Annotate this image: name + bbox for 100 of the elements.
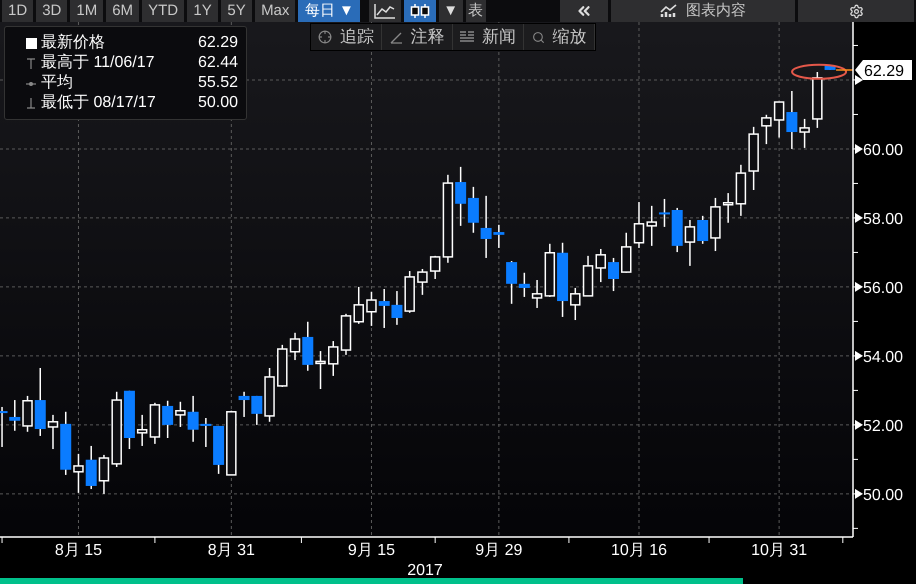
candlestick (98, 454, 110, 494)
candlestick (774, 101, 784, 138)
candlestick (582, 256, 594, 297)
candlestick (684, 220, 696, 266)
candlestick (621, 232, 632, 273)
legend-label: 最低于 08/17/17 (41, 94, 156, 112)
candlestick (175, 402, 186, 427)
candlestick (226, 410, 237, 476)
candlestick-icon (408, 3, 431, 19)
legend-label: 最高于 11/06/17 (41, 54, 155, 72)
axis-label: 52.00 (863, 418, 904, 435)
tick-marker-icon (855, 282, 863, 292)
candlestick (264, 368, 275, 422)
candlestick (646, 206, 657, 246)
axis-label: 9月 15 (348, 542, 396, 559)
square-icon (26, 38, 37, 48)
candlestick (162, 400, 174, 438)
axis-label: 56.00 (863, 280, 904, 297)
chart-type-button[interactable] (368, 0, 401, 22)
candlestick (124, 390, 135, 450)
candlestick (404, 271, 415, 313)
range-button[interactable]: YTD (142, 0, 184, 22)
candlestick (277, 344, 288, 387)
frequency-dropdown[interactable]: 每日 ▼ (298, 0, 360, 22)
chart-type-button[interactable] (404, 0, 436, 22)
search-icon (532, 30, 544, 44)
candlestick (302, 322, 314, 371)
candlestick (748, 126, 759, 190)
range-button[interactable]: 5Y (221, 0, 252, 22)
candlestick (34, 368, 46, 436)
tool-button[interactable]: 新闻 (453, 24, 524, 50)
ellipse-annotation (791, 64, 848, 80)
line-chart-icon (374, 3, 396, 19)
candlestick (340, 314, 352, 355)
tick-marker-icon (855, 420, 863, 430)
axis-label: 9月 29 (475, 542, 522, 559)
candlestick (697, 216, 708, 244)
candlestick (672, 208, 683, 252)
range-button[interactable]: 6M (106, 0, 140, 22)
candlestick (812, 72, 823, 128)
candlestick (761, 114, 772, 144)
table-button[interactable]: 表 (466, 0, 486, 22)
candlestick (532, 280, 542, 308)
candlestick (251, 396, 262, 425)
candlestick (658, 198, 670, 227)
tool-button[interactable]: 追踪 (311, 24, 382, 50)
axis-label: 58.00 (863, 210, 904, 228)
candlestick (353, 286, 364, 324)
candlestick (60, 412, 72, 475)
text-lines-icon (460, 31, 474, 43)
range-button[interactable]: 3D (36, 0, 68, 22)
candlestick (417, 268, 428, 295)
candlestick (48, 414, 58, 450)
legend-value: 55.52 (198, 74, 238, 92)
legend-value: 62.44 (198, 54, 238, 72)
axis-label: 60.00 (863, 142, 904, 159)
candlestick (468, 186, 479, 233)
settings-button[interactable] (798, 0, 914, 22)
candlestick (634, 202, 644, 248)
candlestick (736, 164, 746, 216)
pencil-line-icon (390, 30, 402, 44)
candlestick (596, 248, 606, 282)
legend-value: 62.29 (198, 34, 238, 52)
legend-label: 平均 (41, 74, 73, 92)
candlestick (608, 258, 619, 292)
legend-label: 最新价格 (41, 34, 105, 52)
candlestick (290, 332, 300, 360)
range-button[interactable]: 1Y (187, 0, 218, 22)
candlestick (824, 64, 836, 70)
chart-content-button[interactable]: 图表内容 (611, 0, 795, 22)
axis-label: 8月 15 (54, 542, 102, 559)
crosshair-icon (318, 30, 332, 44)
tick-marker-icon (855, 488, 863, 499)
candlestick (722, 193, 734, 223)
candlestick (238, 392, 250, 417)
range-button[interactable]: 1M (70, 0, 104, 22)
candlestick (136, 414, 148, 446)
tool-button[interactable]: 缩放 (524, 24, 595, 50)
collapse-button[interactable] (560, 0, 608, 22)
chart-type-menu[interactable]: ▼ (438, 0, 463, 22)
candlestick (786, 91, 798, 149)
candlestick (544, 244, 556, 297)
legend-value: 50.00 (198, 94, 238, 112)
candlestick (799, 118, 810, 148)
settings-icon (848, 4, 864, 18)
tick-marker-icon (855, 144, 863, 154)
price-tag: 62.29 (855, 60, 912, 80)
candlestick (570, 288, 581, 320)
axis-label: 8月 31 (208, 542, 255, 559)
range-button[interactable]: Max (255, 0, 296, 22)
candlestick (328, 341, 338, 376)
axis-label: 10月 31 (751, 542, 808, 559)
axis-label: 50.00 (863, 486, 904, 504)
candlestick (86, 446, 97, 490)
candlestick (22, 396, 33, 432)
tick-marker-icon (855, 74, 863, 85)
range-button[interactable]: 1D (2, 0, 34, 22)
legend-line-icon (25, 56, 37, 70)
tool-button[interactable]: 注释 (382, 24, 453, 50)
candlestick (366, 292, 377, 326)
